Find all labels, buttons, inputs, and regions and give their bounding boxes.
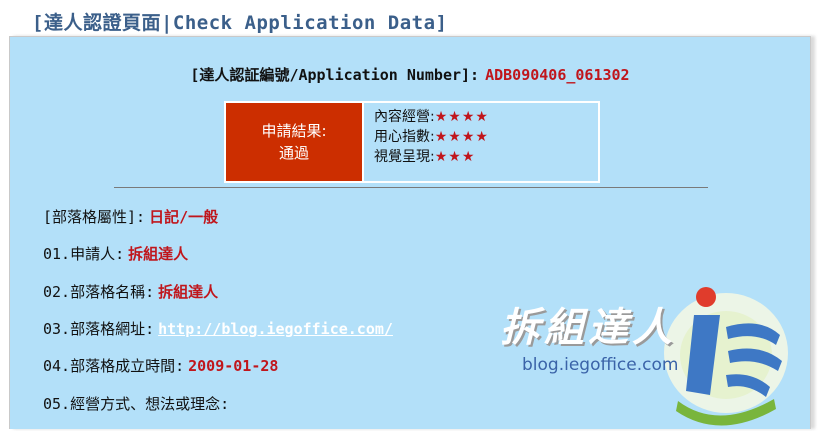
result-box: 申請結果: 通過 內容經營:★★★★ 用心指數:★★★★ 視覺呈現:★★★ [224, 101, 600, 183]
field-label: 04.部落格成立時間: [43, 357, 185, 375]
star-rating-icon: ★★★ [434, 149, 476, 165]
field-value: 拆組達人 [158, 283, 219, 301]
field-value: 拆組達人 [128, 245, 189, 263]
site-logo: 拆組達人 blog.iegoffice.com [488, 283, 788, 429]
rating-row: 用心指數:★★★★ [374, 127, 598, 147]
rating-label: 視覺呈現: [374, 149, 435, 165]
field-applicant: 01.申請人: 拆組達人 [43, 243, 188, 264]
application-number-value: ADB090406_061302 [485, 66, 630, 84]
application-number-row: [達人認証編號/Application Number]: ADB090406_06… [10, 64, 810, 85]
page-header: [達人認證頁面|Check Application Data] [0, 0, 820, 36]
page-title: [達人認證頁面|Check Application Data] [32, 12, 448, 34]
star-rating-icon: ★★★★ [434, 109, 489, 125]
field-blog-url: 03.部落格網址: http://blog.iegoffice.com/ [43, 318, 393, 339]
logo-url: blog.iegoffice.com [522, 355, 679, 375]
field-label: 02.部落格名稱: [43, 283, 155, 301]
result-status: 申請結果: 通過 [226, 103, 364, 181]
ratings-list: 內容經營:★★★★ 用心指數:★★★★ 視覺呈現:★★★ [364, 103, 598, 181]
blog-url-link[interactable]: http://blog.iegoffice.com/ [158, 320, 393, 338]
result-label: 申請結果: [261, 122, 327, 140]
field-label: 05.經營方式、想法或理念: [43, 395, 230, 413]
field-label: [部落格屬性]: [43, 208, 146, 226]
field-value: 2009-01-28 [188, 357, 279, 375]
result-value: 通過 [278, 144, 309, 162]
star-rating-icon: ★★★★ [434, 129, 489, 145]
field-blog-name: 02.部落格名稱: 拆組達人 [43, 281, 218, 302]
divider [114, 187, 708, 188]
application-number-label: [達人認証編號/Application Number]: [190, 66, 480, 84]
field-established: 04.部落格成立時間: 2009-01-28 [43, 355, 278, 376]
rating-row: 內容經營:★★★★ [374, 107, 598, 127]
rating-row: 視覺呈現:★★★ [374, 147, 598, 167]
field-label: 03.部落格網址: [43, 320, 155, 338]
field-value: 日記/一般 [149, 208, 219, 226]
rating-label: 內容經營: [374, 109, 435, 125]
application-panel: [達人認証編號/Application Number]: ADB090406_06… [9, 36, 811, 429]
field-philosophy: 05.經營方式、想法或理念: [43, 393, 229, 414]
logo-name: 拆組達人 [500, 305, 676, 351]
field-label: 01.申請人: [43, 245, 125, 263]
rating-label: 用心指數: [374, 129, 435, 145]
field-category: [部落格屬性]: 日記/一般 [43, 206, 218, 227]
